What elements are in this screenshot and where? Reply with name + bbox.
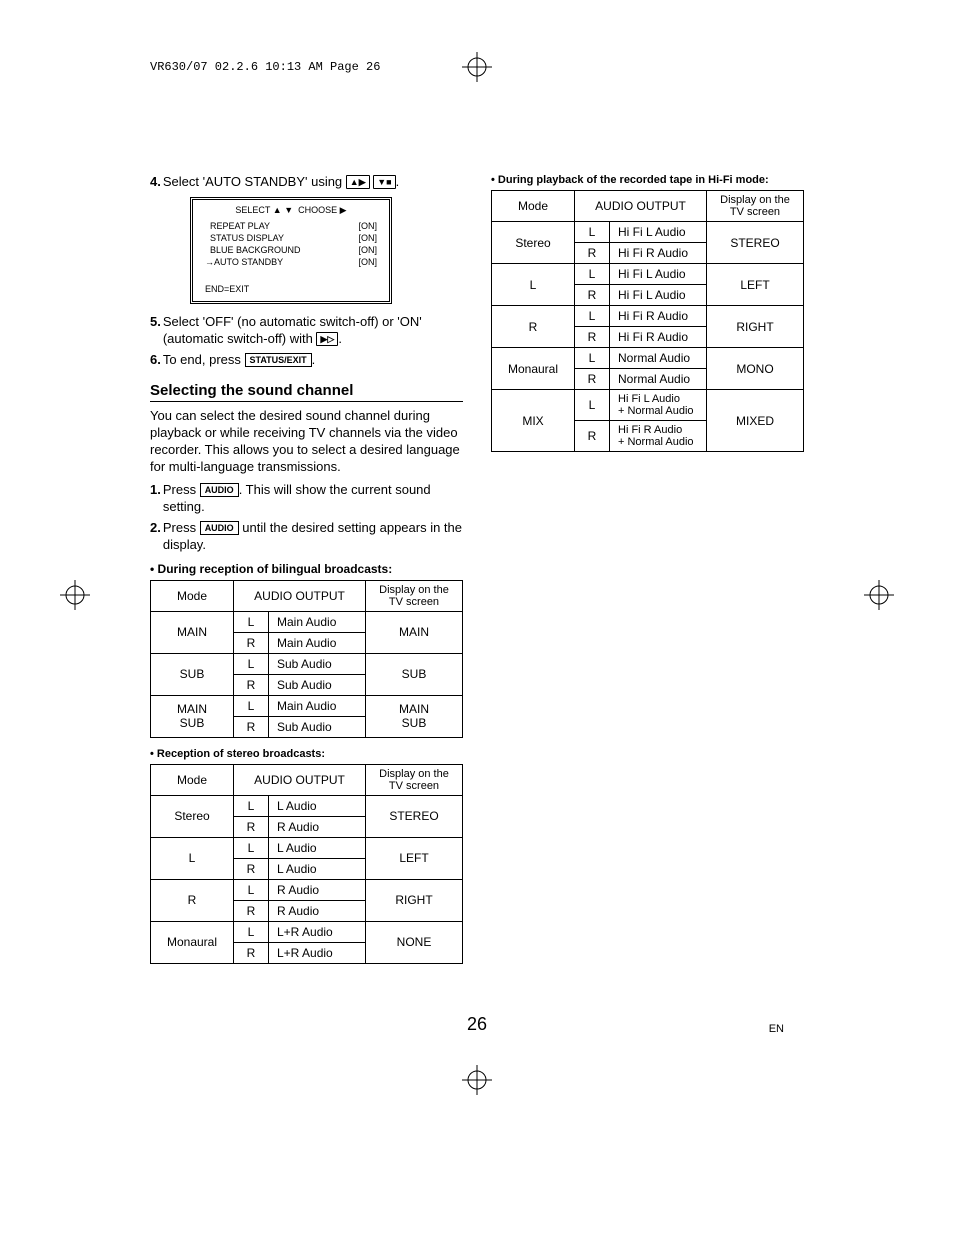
osd-row: →AUTO STANDBY[ON]	[201, 256, 381, 268]
step-number: 4.	[150, 174, 161, 191]
table-caption-stereo: • Reception of stereo broadcasts:	[150, 748, 463, 760]
page-number: 26	[0, 1014, 954, 1035]
content-columns: 4. Select 'AUTO STANDBY' using ▲▶ ▼■. SE…	[150, 174, 804, 974]
osd-header: SELECT ▲ ▼ CHOOSE ▶	[201, 204, 381, 216]
table-row: L L L Audio LEFT	[151, 837, 463, 858]
step-text: Press AUDIO. This will show the current …	[163, 482, 463, 516]
step-text: Select 'AUTO STANDBY' using ▲▶ ▼■.	[163, 174, 463, 191]
col-audio-output: AUDIO OUTPUT	[234, 580, 366, 611]
step-number: 6.	[150, 352, 161, 369]
step-4: 4. Select 'AUTO STANDBY' using ▲▶ ▼■.	[150, 174, 463, 191]
osd-end: END=EXIT	[201, 283, 381, 295]
table-caption-bilingual: • During reception of bilingual broadcas…	[150, 562, 463, 576]
manual-page: VR630/07 02.2.6 10:13 AM Page 26 4. Sele…	[0, 0, 954, 1235]
col-mode: Mode	[151, 580, 234, 611]
registration-mark-right	[864, 580, 894, 610]
audio-key-icon: AUDIO	[200, 521, 239, 535]
table-row: Monaural L L+R Audio NONE	[151, 921, 463, 942]
sound-step-1: 1. Press AUDIO. This will show the curre…	[150, 482, 463, 516]
section-heading-sound-channel: Selecting the sound channel	[150, 382, 463, 402]
table-row: R L Hi Fi R Audio RIGHT	[492, 306, 804, 327]
stereo-table: Mode AUDIO OUTPUT Display on the TV scre…	[150, 764, 463, 964]
table-caption-hifi: • During playback of the recorded tape i…	[491, 174, 804, 186]
col-mode: Mode	[151, 764, 234, 795]
col-display: Display on the TV screen	[366, 764, 463, 795]
osd-row: STATUS DISPLAY[ON]	[201, 232, 381, 244]
table-row: MAIN L Main Audio MAIN	[151, 611, 463, 632]
table-row: Stereo L Hi Fi L Audio STEREO	[492, 222, 804, 243]
bilingual-table: Mode AUDIO OUTPUT Display on the TV scre…	[150, 580, 463, 738]
osd-row: REPEAT PLAY[ON]	[201, 220, 381, 232]
table-row: Stereo L L Audio STEREO	[151, 795, 463, 816]
right-column: • During playback of the recorded tape i…	[491, 174, 804, 974]
step-number: 2.	[150, 520, 161, 554]
registration-mark-bottom	[462, 1065, 492, 1095]
table-row: Monaural L Normal Audio MONO	[492, 348, 804, 369]
registration-mark-left	[60, 580, 90, 610]
left-column: 4. Select 'AUTO STANDBY' using ▲▶ ▼■. SE…	[150, 174, 463, 974]
step-text: Press AUDIO until the desired setting ap…	[163, 520, 463, 554]
table-row: MAINSUB L Main Audio MAINSUB	[151, 695, 463, 716]
col-audio-output: AUDIO OUTPUT	[575, 191, 707, 222]
osd-menu-illustration: SELECT ▲ ▼ CHOOSE ▶ REPEAT PLAY[ON] STAT…	[190, 197, 392, 304]
step-text: To end, press STATUS/EXIT.	[163, 352, 463, 369]
play-ff-key-icon: ▶▷	[316, 332, 338, 346]
col-display: Display on the TV screen	[366, 580, 463, 611]
col-audio-output: AUDIO OUTPUT	[234, 764, 366, 795]
step-number: 1.	[150, 482, 161, 516]
triangle-down-icon: ▼	[284, 205, 293, 215]
up-play-key-icon: ▲▶	[346, 175, 370, 189]
step-number: 5.	[150, 314, 161, 348]
triangle-up-icon: ▲	[273, 205, 282, 215]
sound-step-2: 2. Press AUDIO until the desired setting…	[150, 520, 463, 554]
language-mark: EN	[769, 1023, 784, 1035]
status-exit-key-icon: STATUS/EXIT	[245, 353, 312, 367]
col-mode: Mode	[492, 191, 575, 222]
table-row: R L R Audio RIGHT	[151, 879, 463, 900]
registration-mark-top	[462, 52, 492, 82]
hifi-table: Mode AUDIO OUTPUT Display on the TV scre…	[491, 190, 804, 452]
table-row: L L Hi Fi L Audio LEFT	[492, 264, 804, 285]
osd-row: BLUE BACKGROUND[ON]	[201, 244, 381, 256]
section-intro-paragraph: You can select the desired sound channel…	[150, 408, 463, 476]
triangle-right-icon: ▶	[340, 205, 347, 215]
table-row: SUB L Sub Audio SUB	[151, 653, 463, 674]
step-text: Select 'OFF' (no automatic switch-off) o…	[163, 314, 463, 348]
table-row: MIX L Hi Fi L Audio+ Normal Audio MIXED	[492, 390, 804, 421]
down-stop-key-icon: ▼■	[373, 175, 395, 189]
step-5: 5. Select 'OFF' (no automatic switch-off…	[150, 314, 463, 348]
col-display: Display on the TV screen	[707, 191, 804, 222]
step-6: 6. To end, press STATUS/EXIT.	[150, 352, 463, 369]
audio-key-icon: AUDIO	[200, 483, 239, 497]
